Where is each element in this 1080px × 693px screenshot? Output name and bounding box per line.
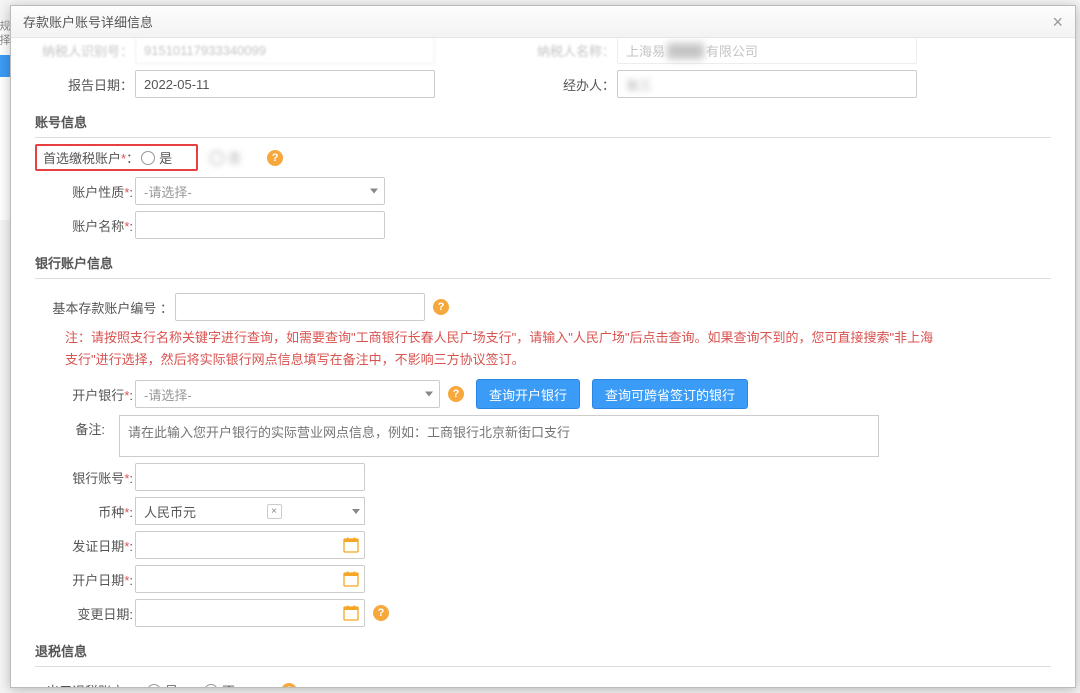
export-refund-label: 出口退税账户*:	[35, 681, 135, 687]
open-date-label: 开户日期*:	[35, 570, 135, 589]
report-date-label: 报告日期：	[35, 75, 135, 94]
currency-label: 币种*:	[35, 502, 135, 521]
account-name-label: 账户名称*:	[35, 216, 135, 235]
calendar-icon[interactable]	[341, 535, 361, 555]
section-bank-info: 银行账户信息	[35, 247, 1051, 279]
taxpayer-id-input[interactable]	[135, 38, 435, 64]
account-name-input[interactable]	[135, 211, 385, 239]
calendar-icon[interactable]	[341, 569, 361, 589]
query-open-bank-button[interactable]: 查询开户银行	[476, 379, 580, 409]
clear-currency-icon[interactable]: ×	[267, 504, 282, 519]
chevron-down-icon	[370, 189, 378, 194]
bank-account-no-input[interactable]	[135, 463, 365, 491]
remark-label: 备注:	[35, 415, 107, 438]
issue-date-label: 发证日期*:	[35, 536, 135, 555]
remark-textarea[interactable]	[119, 415, 879, 457]
issue-date-input[interactable]	[135, 531, 365, 559]
modal-body: 纳税人识别号： 纳税人名称： 上海易 ████ 有限公司 报告日期： 经办人：	[11, 38, 1075, 687]
open-bank-label: 开户银行*:	[35, 385, 135, 404]
radio-label: 否	[222, 681, 235, 687]
preferred-tax-account-highlight: 首选缴税账户*： 是	[35, 144, 198, 171]
taxpayer-name-label: 纳税人名称：	[517, 41, 617, 60]
export-refund-no-radio[interactable]: 否	[204, 681, 235, 687]
bank-account-no-label: 银行账号*:	[35, 468, 135, 487]
radio-label: 是	[165, 681, 178, 687]
help-icon[interactable]: ?	[433, 299, 449, 315]
change-date-label: 变更日期:	[35, 604, 135, 623]
report-date-input[interactable]	[135, 70, 435, 98]
preferred-tax-yes-radio[interactable]: 是	[141, 148, 172, 167]
section-account-info: 账号信息	[35, 106, 1051, 138]
help-icon[interactable]: ?	[281, 683, 297, 687]
deposit-account-detail-modal: 存款账户账号详细信息 × 纳税人识别号： 纳税人名称： 上海易 ████ 有限公…	[10, 5, 1076, 688]
account-nature-label: 账户性质*:	[35, 182, 135, 201]
query-cross-province-bank-button[interactable]: 查询可跨省签订的银行	[592, 379, 748, 409]
close-icon[interactable]: ×	[1052, 13, 1063, 31]
basic-deposit-no-label: 基本存款账户编号 ：	[35, 298, 175, 317]
chevron-down-icon	[425, 392, 433, 397]
bank-search-note: 注：请按照支行名称关键字进行查询，如需要查询"工商银行长春人民广场支行"，请输入…	[65, 327, 935, 371]
help-icon[interactable]: ?	[448, 386, 464, 402]
basic-deposit-no-input[interactable]	[175, 293, 425, 321]
modal-header: 存款账户账号详细信息 ×	[11, 6, 1075, 38]
taxpayer-name-value: 上海易 ████ 有限公司	[617, 38, 917, 64]
handler-label: 经办人：	[517, 75, 617, 94]
modal-title: 存款账户账号详细信息	[23, 12, 153, 31]
calendar-icon[interactable]	[341, 603, 361, 623]
section-refund-info: 退税信息	[35, 635, 1051, 667]
preferred-tax-account-label: 首选缴税账户*：	[39, 148, 141, 167]
chevron-down-icon	[352, 509, 360, 514]
handler-value: 张三	[617, 70, 917, 98]
radio-label-yes: 是	[159, 148, 172, 167]
export-refund-yes-radio[interactable]: 是	[147, 681, 178, 687]
preferred-tax-other-option[interactable]: 否	[210, 148, 255, 167]
background-blue-tab	[0, 55, 10, 77]
open-date-input[interactable]	[135, 565, 365, 593]
account-nature-select[interactable]: -请选择-	[135, 177, 385, 205]
taxpayer-id-label: 纳税人识别号：	[35, 41, 135, 60]
currency-value: 人民币元	[144, 502, 196, 521]
open-bank-select[interactable]: -请选择-	[135, 380, 440, 408]
change-date-input[interactable]	[135, 599, 365, 627]
help-icon[interactable]: ?	[267, 150, 283, 166]
currency-select[interactable]: 人民币元 ×	[135, 497, 365, 525]
help-icon[interactable]: ?	[373, 605, 389, 621]
